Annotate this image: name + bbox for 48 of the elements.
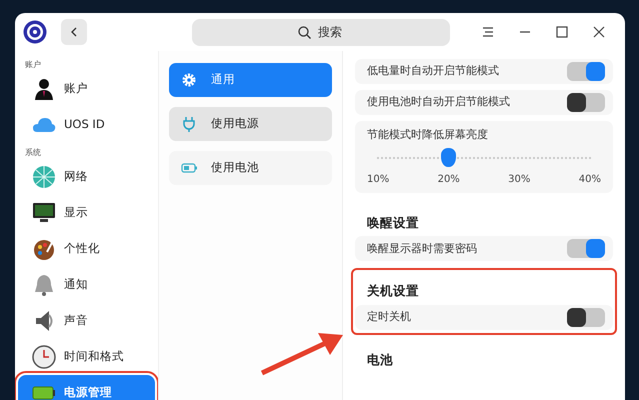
search-field[interactable]: 搜索 <box>192 18 450 46</box>
sidebar-item[interactable]: 显示 <box>18 195 155 231</box>
sidebar-item[interactable]: 账户 <box>18 71 155 107</box>
gear-icon <box>181 72 197 88</box>
back-button[interactable] <box>61 19 87 45</box>
tick-label: 20% <box>438 172 460 186</box>
monitor-icon <box>32 201 56 225</box>
submenu-item[interactable]: 使用电池 <box>169 151 332 185</box>
tick-label: 30% <box>508 172 530 186</box>
tick-label: 10% <box>367 172 390 186</box>
toggle-switch[interactable] <box>567 62 605 81</box>
slider-track[interactable] <box>377 148 591 170</box>
menu-icon <box>480 25 494 39</box>
tick-label: 40% <box>578 172 601 186</box>
toggle-switch[interactable] <box>567 93 605 112</box>
setting-label: 唤醒显示器时需要密码 <box>367 240 477 256</box>
maximize-icon <box>554 25 568 39</box>
toggle-switch[interactable] <box>567 308 605 327</box>
section-heading: 电池 <box>366 351 394 369</box>
chevron-left-icon <box>69 26 79 38</box>
setting-label: 低电量时自动开启节能模式 <box>367 63 499 80</box>
sidebar-item[interactable]: 时间和格式 <box>18 339 155 375</box>
sidebar-item[interactable]: 声音 <box>18 303 155 339</box>
clock-icon <box>32 345 56 369</box>
setting-label: 节能模式时降低屏幕亮度 <box>367 127 489 143</box>
sidebar-item[interactable]: 通知 <box>18 267 155 303</box>
app-logo-icon <box>23 20 47 44</box>
sidebar-item[interactable]: 电源管理 <box>18 375 155 400</box>
plug-icon <box>181 116 197 132</box>
sidebar-item[interactable]: UOS ID <box>18 107 155 143</box>
section-heading: 唤醒设置 <box>366 214 420 232</box>
section-label: 账户 <box>24 59 42 71</box>
setting-label: 使用电池时自动开启节能模式 <box>367 94 510 110</box>
bell-icon <box>32 273 56 297</box>
section-label: 系统 <box>24 147 42 159</box>
palette-icon <box>32 237 56 261</box>
submenu-item[interactable]: 使用电源 <box>169 107 332 141</box>
user-icon <box>32 77 56 101</box>
submenu-item[interactable]: 通用 <box>169 63 332 97</box>
toggle-switch[interactable] <box>567 239 605 258</box>
globe-icon <box>32 165 56 189</box>
close-icon <box>592 25 606 39</box>
sidebar-item[interactable]: 个性化 <box>18 231 155 267</box>
sidebar-item[interactable]: 网络 <box>18 159 155 195</box>
slider-thumb[interactable] <box>441 148 456 166</box>
section-heading: 关机设置 <box>366 282 420 300</box>
search-icon <box>298 26 311 38</box>
setting-label: 定时关机 <box>367 309 411 326</box>
